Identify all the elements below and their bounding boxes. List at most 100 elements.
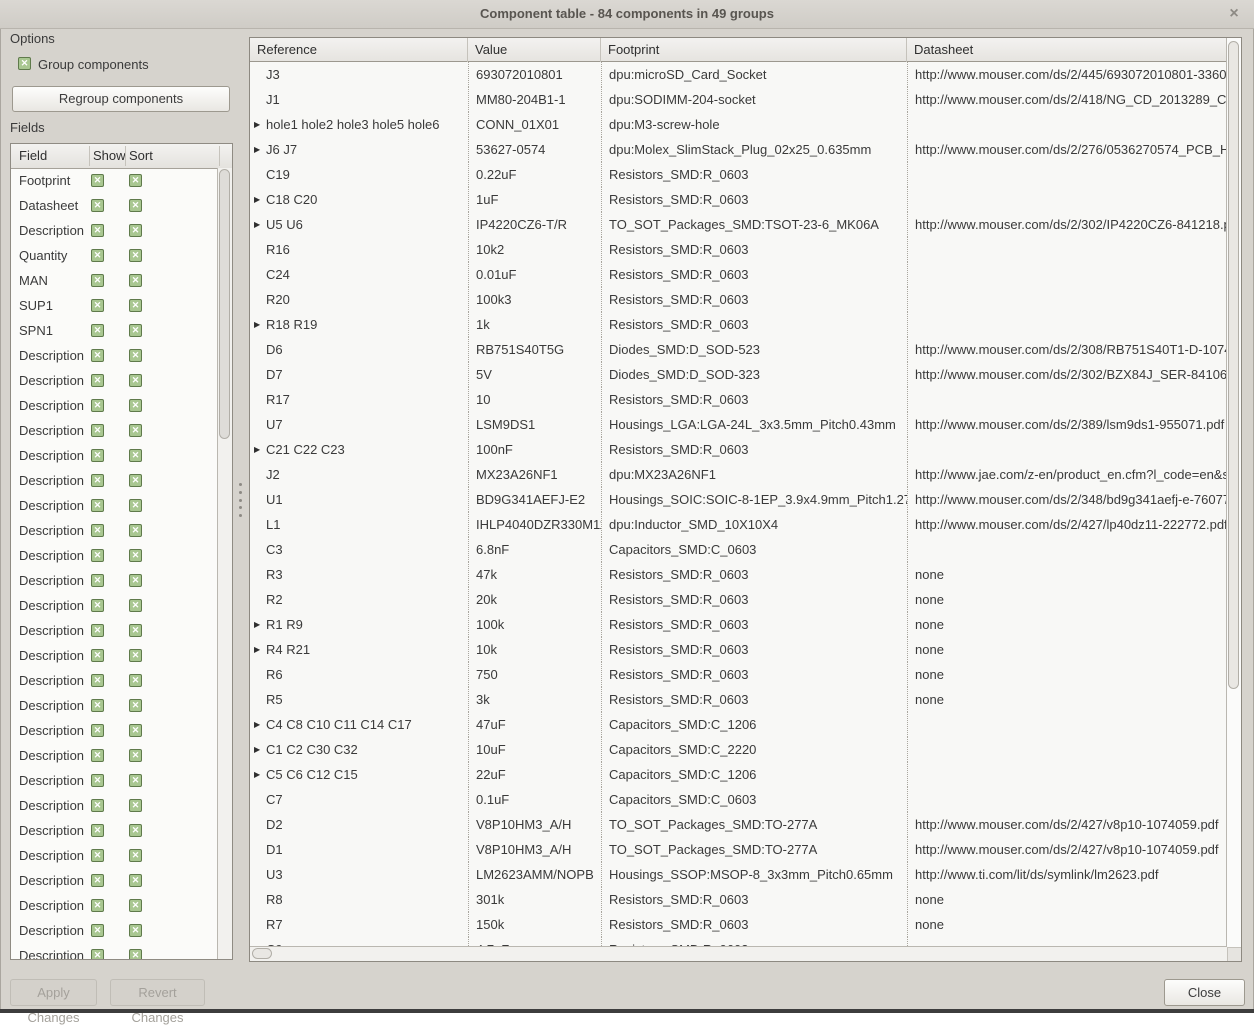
table-row[interactable]: J2MX23A26NF1dpu:MX23A26NF1http://www.jae… — [250, 462, 1227, 487]
column-header-datasheet[interactable]: Datasheet — [907, 38, 1227, 62]
sort-checkbox[interactable]: ✕ — [129, 324, 142, 337]
expand-arrow-icon[interactable]: ▶ — [254, 437, 260, 462]
show-checkbox[interactable]: ✕ — [91, 399, 104, 412]
table-row[interactable]: ▶U5 U6IP4220CZ6-T/RTO_SOT_Packages_SMD:T… — [250, 212, 1227, 237]
expand-arrow-icon[interactable]: ▶ — [254, 312, 260, 337]
sort-checkbox[interactable]: ✕ — [129, 774, 142, 787]
show-checkbox[interactable]: ✕ — [91, 449, 104, 462]
table-row[interactable]: U7LSM9DS1Housings_LGA:LGA-24L_3x3.5mm_Pi… — [250, 412, 1227, 437]
show-checkbox[interactable]: ✕ — [91, 424, 104, 437]
sort-checkbox[interactable]: ✕ — [129, 299, 142, 312]
expand-arrow-icon[interactable]: ▶ — [254, 212, 260, 237]
show-checkbox[interactable]: ✕ — [91, 649, 104, 662]
show-checkbox[interactable]: ✕ — [91, 774, 104, 787]
table-row[interactable]: R20100k3Resistors_SMD:R_0603 — [250, 287, 1227, 312]
table-row[interactable]: R53kResistors_SMD:R_0603none — [250, 687, 1227, 712]
table-row[interactable]: ▶C1 C2 C30 C3210uFCapacitors_SMD:C_2220 — [250, 737, 1227, 762]
table-row[interactable]: R1710Resistors_SMD:R_0603 — [250, 387, 1227, 412]
table-row[interactable]: D75VDiodes_SMD:D_SOD-323http://www.mouse… — [250, 362, 1227, 387]
sort-checkbox[interactable]: ✕ — [129, 249, 142, 262]
table-row[interactable]: ▶R18 R191kResistors_SMD:R_0603 — [250, 312, 1227, 337]
sort-checkbox[interactable]: ✕ — [129, 274, 142, 287]
sort-checkbox[interactable]: ✕ — [129, 899, 142, 912]
show-checkbox[interactable]: ✕ — [91, 299, 104, 312]
show-checkbox[interactable]: ✕ — [91, 349, 104, 362]
sort-checkbox[interactable]: ✕ — [129, 224, 142, 237]
column-header-footprint[interactable]: Footprint — [601, 38, 907, 62]
show-checkbox[interactable]: ✕ — [91, 874, 104, 887]
expand-arrow-icon[interactable]: ▶ — [254, 737, 260, 762]
table-row[interactable]: C240.01uFResistors_SMD:R_0603 — [250, 262, 1227, 287]
show-checkbox[interactable]: ✕ — [91, 949, 104, 959]
column-header-value[interactable]: Value — [468, 38, 601, 62]
sort-checkbox[interactable]: ✕ — [129, 724, 142, 737]
sort-checkbox[interactable]: ✕ — [129, 399, 142, 412]
expand-arrow-icon[interactable]: ▶ — [254, 637, 260, 662]
sort-checkbox[interactable]: ✕ — [129, 674, 142, 687]
show-checkbox[interactable]: ✕ — [91, 224, 104, 237]
show-checkbox[interactable]: ✕ — [91, 524, 104, 537]
table-row[interactable]: U1BD9G341AEFJ-E2Housings_SOIC:SOIC-8-1EP… — [250, 487, 1227, 512]
expand-arrow-icon[interactable]: ▶ — [254, 612, 260, 637]
sort-checkbox[interactable]: ✕ — [129, 499, 142, 512]
show-checkbox[interactable]: ✕ — [91, 174, 104, 187]
show-checkbox[interactable]: ✕ — [91, 899, 104, 912]
show-checkbox[interactable]: ✕ — [91, 699, 104, 712]
sort-checkbox[interactable]: ✕ — [129, 449, 142, 462]
expand-arrow-icon[interactable]: ▶ — [254, 137, 260, 162]
sort-checkbox[interactable]: ✕ — [129, 924, 142, 937]
table-row[interactable]: U3LM2623AMM/NOPBHousings_SSOP:MSOP-8_3x3… — [250, 862, 1227, 887]
sort-checkbox[interactable]: ✕ — [129, 474, 142, 487]
show-checkbox[interactable]: ✕ — [91, 499, 104, 512]
table-row[interactable]: R7150kResistors_SMD:R_0603none — [250, 912, 1227, 937]
vertical-scrollbar[interactable] — [1226, 38, 1241, 947]
fields-column-sort[interactable]: Sort — [129, 144, 153, 167]
table-row[interactable]: R8301kResistors_SMD:R_0603none — [250, 887, 1227, 912]
table-row[interactable]: D6RB751S40T5GDiodes_SMD:D_SOD-523http://… — [250, 337, 1227, 362]
sort-checkbox[interactable]: ✕ — [129, 749, 142, 762]
table-row[interactable]: ▶R1 R9100kResistors_SMD:R_0603none — [250, 612, 1227, 637]
show-checkbox[interactable]: ✕ — [91, 924, 104, 937]
expand-arrow-icon[interactable]: ▶ — [254, 712, 260, 737]
table-row[interactable]: ▶C21 C22 C23100nFResistors_SMD:R_0603 — [250, 437, 1227, 462]
table-row[interactable]: R347kResistors_SMD:R_0603none — [250, 562, 1227, 587]
sort-checkbox[interactable]: ✕ — [129, 549, 142, 562]
table-row[interactable]: J3693072010801dpu:microSD_Card_Sockethtt… — [250, 62, 1227, 87]
sort-checkbox[interactable]: ✕ — [129, 699, 142, 712]
table-row[interactable]: ▶J6 J753627-0574dpu:Molex_SlimStack_Plug… — [250, 137, 1227, 162]
panel-splitter-handle[interactable] — [237, 483, 243, 517]
table-row[interactable]: D1V8P10HM3_A/HTO_SOT_Packages_SMD:TO-277… — [250, 837, 1227, 862]
show-checkbox[interactable]: ✕ — [91, 624, 104, 637]
horizontal-scrollbar-thumb[interactable] — [252, 948, 272, 959]
show-checkbox[interactable]: ✕ — [91, 574, 104, 587]
horizontal-scrollbar[interactable] — [250, 946, 1227, 961]
sort-checkbox[interactable]: ✕ — [129, 874, 142, 887]
show-checkbox[interactable]: ✕ — [91, 599, 104, 612]
table-row[interactable]: ▶C4 C8 C10 C11 C14 C1747uFCapacitors_SMD… — [250, 712, 1227, 737]
table-row[interactable]: ▶C5 C6 C12 C1522uFCapacitors_SMD:C_1206 — [250, 762, 1227, 787]
show-checkbox[interactable]: ✕ — [91, 199, 104, 212]
expand-arrow-icon[interactable]: ▶ — [254, 112, 260, 137]
sort-checkbox[interactable]: ✕ — [129, 374, 142, 387]
table-row[interactable]: ▶R4 R2110kResistors_SMD:R_0603none — [250, 637, 1227, 662]
show-checkbox[interactable]: ✕ — [91, 674, 104, 687]
show-checkbox[interactable]: ✕ — [91, 799, 104, 812]
show-checkbox[interactable]: ✕ — [91, 274, 104, 287]
show-checkbox[interactable]: ✕ — [91, 749, 104, 762]
sort-checkbox[interactable]: ✕ — [129, 824, 142, 837]
show-checkbox[interactable]: ✕ — [91, 374, 104, 387]
sort-checkbox[interactable]: ✕ — [129, 799, 142, 812]
table-row[interactable]: R1610k2Resistors_SMD:R_0603 — [250, 237, 1227, 262]
fields-column-show[interactable]: Show — [93, 144, 126, 167]
close-button[interactable]: Close — [1164, 979, 1245, 1006]
sort-checkbox[interactable]: ✕ — [129, 599, 142, 612]
sort-checkbox[interactable]: ✕ — [129, 949, 142, 959]
table-row[interactable]: ▶hole1 hole2 hole3 hole5 hole6CONN_01X01… — [250, 112, 1227, 137]
show-checkbox[interactable]: ✕ — [91, 824, 104, 837]
sort-checkbox[interactable]: ✕ — [129, 849, 142, 862]
table-row[interactable]: L1IHLP4040DZR330M11dpu:Inductor_SMD_10X1… — [250, 512, 1227, 537]
show-checkbox[interactable]: ✕ — [91, 724, 104, 737]
fields-scrollbar-thumb[interactable] — [219, 169, 230, 439]
fields-column-field[interactable]: Field — [19, 144, 47, 167]
sort-checkbox[interactable]: ✕ — [129, 574, 142, 587]
